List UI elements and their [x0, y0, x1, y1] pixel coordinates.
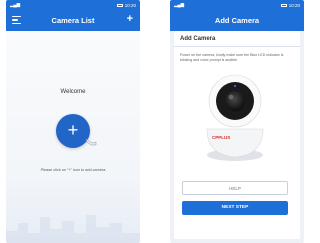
- status-bar: ▂▄▆ 10:20: [170, 0, 304, 10]
- battery-icon: [116, 3, 123, 7]
- help-button[interactable]: HELP: [182, 181, 288, 195]
- divider: [174, 46, 300, 47]
- hint-text: Please click on "+" icon to add camera: [40, 168, 106, 172]
- status-bar: ▂▄▆ 10:20: [6, 0, 140, 10]
- brand-logo: CPPLUS: [212, 135, 230, 140]
- page-title: Add Camera: [214, 16, 260, 25]
- city-watermark: [6, 215, 140, 243]
- menu-icon[interactable]: [12, 16, 21, 24]
- status-time: 10:20: [124, 2, 136, 8]
- signal-icon: ▂▄▆: [10, 2, 21, 7]
- page-title: Camera List: [51, 16, 95, 25]
- battery-icon: [280, 3, 287, 7]
- app-bar: Camera List +: [6, 10, 140, 31]
- welcome-text: Welcome: [60, 89, 86, 95]
- add-camera-sheet: Add Camera Power on the camera, kindly m…: [170, 31, 304, 243]
- pointer-hand-icon: [85, 138, 97, 146]
- camera-image: CPPLUS: [206, 74, 264, 161]
- signal-icon: ▂▄▆: [174, 2, 185, 7]
- status-time: 10:20: [288, 2, 300, 8]
- camera-list-screen: ▂▄▆ 10:20 Camera List + Welcome + Please…: [6, 0, 140, 243]
- add-camera-icon[interactable]: +: [127, 13, 133, 25]
- add-camera-card: Add Camera Power on the camera, kindly m…: [174, 31, 300, 239]
- card-title: Add Camera: [180, 36, 216, 42]
- instruction-text: Power on the camera, kindly make sure th…: [180, 52, 284, 62]
- add-camera-screen: ▂▄▆ 10:20 Add Camera Add Camera Power on…: [170, 0, 304, 243]
- app-bar: Add Camera: [170, 10, 304, 31]
- camera-list-body: Welcome + Please click on "+" icon to ad…: [6, 31, 140, 243]
- next-step-button[interactable]: NEXT STEP: [182, 201, 288, 215]
